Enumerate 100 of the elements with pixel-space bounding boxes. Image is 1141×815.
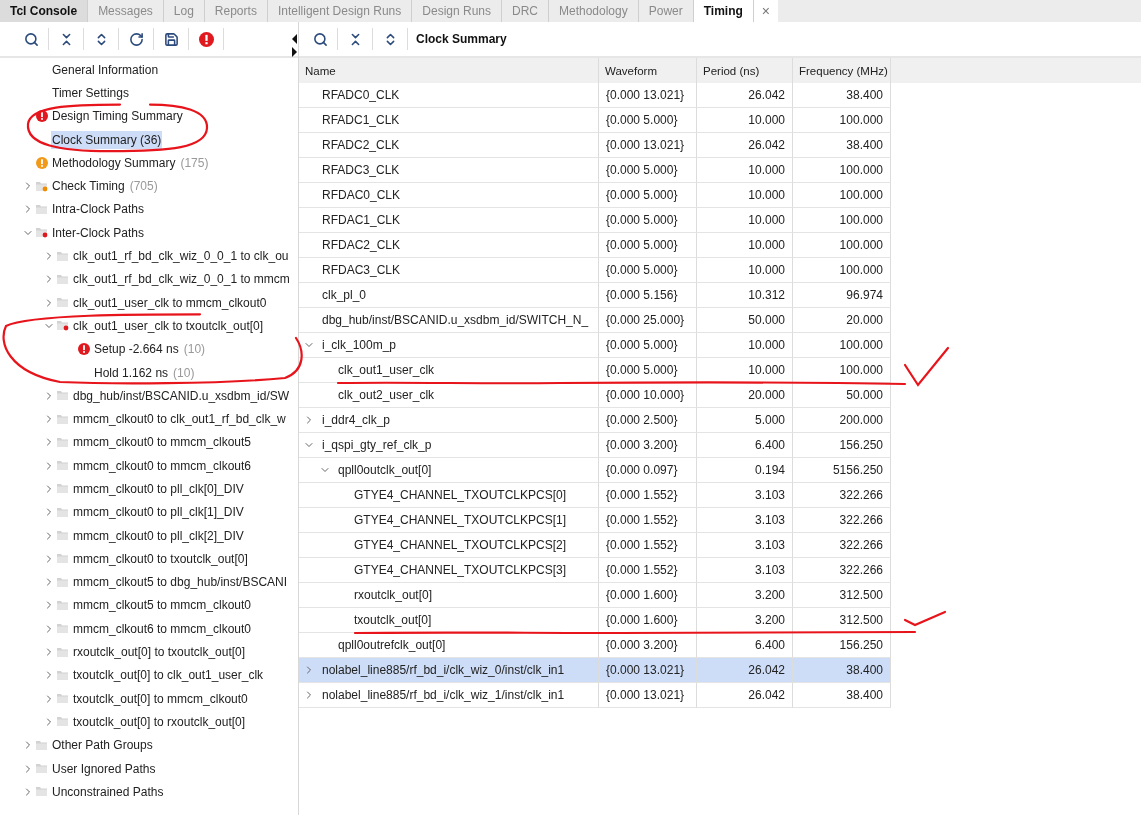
waveform-value: {0.000 5.000} (606, 338, 678, 352)
clock-name: GTYE4_CHANNEL_TXOUTCLKPCS[0] (354, 488, 567, 502)
table-row[interactable]: clk_pl_0 {0.000 5.156} 10.312 96.974 (299, 283, 1141, 308)
table-row[interactable]: qpll0outrefclk_out[0] {0.000 3.200} 6.400 156.250 (299, 633, 1141, 658)
clock-name: dbg_hub/inst/BSCANID.u_xsdbm_id/SWITCH_N_ (322, 313, 589, 327)
refresh-icon[interactable] (128, 31, 144, 47)
tree-item[interactable]: txoutclk_out[0] to rxoutclk_out[0] (72, 712, 247, 731)
table-row[interactable]: clk_out2_user_clk {0.000 10.000} 20.000 50.000 (299, 383, 1141, 408)
close-button[interactable]: × (753, 0, 779, 22)
waveform-value: {0.000 5.156} (606, 288, 678, 302)
tab[interactable]: Timing (693, 0, 754, 22)
tree-item[interactable]: txoutclk_out[0] to clk_out1_user_clk (72, 666, 265, 685)
folder-icon (57, 716, 69, 728)
divider-arrows-icon[interactable] (292, 34, 297, 57)
tree-item[interactable]: clk_out1_user_clk to txoutclk_out[0] (72, 316, 265, 335)
period-value: 10.000 (748, 113, 785, 127)
table-row[interactable]: dbg_hub/inst/BSCANID.u_xsdbm_id/SWITCH_N_ {0.000 25.000} 50.000 20.000 (299, 308, 1141, 333)
table-row[interactable]: GTYE4_CHANNEL_TXOUTCLKPCS[2] {0.000 1.552} 3.103 322.266 (299, 533, 1141, 558)
tree-item[interactable]: Hold 1.162 ns (93, 363, 170, 382)
tree-item[interactable]: Setup -2.664 ns (93, 340, 180, 359)
tree-item[interactable]: mmcm_clkout0 to mmcm_clkout6 (72, 456, 253, 475)
folder-icon (57, 297, 69, 309)
save-icon[interactable] (163, 31, 179, 47)
table-row[interactable]: RFDAC1_CLK {0.000 5.000} 10.000 100.000 (299, 208, 1141, 233)
tree-item[interactable]: Design Timing Summary (51, 107, 184, 126)
period-value: 6.400 (754, 638, 785, 652)
tree-item[interactable]: mmcm_clkout0 to pll_clk[2]_DIV (72, 526, 245, 545)
clock-name: qpll0outclk_out[0] (338, 463, 432, 477)
check-mark (903, 346, 950, 387)
item-count: (705) (129, 179, 158, 194)
frequency-value: 322.266 (839, 513, 883, 527)
tree-item[interactable]: mmcm_clkout0 to mmcm_clkout5 (72, 433, 253, 452)
tree-item[interactable]: mmcm_clkout0 to pll_clk[1]_DIV (72, 503, 245, 522)
table-row[interactable]: RFADC1_CLK {0.000 5.000} 10.000 100.000 (299, 108, 1141, 133)
table-row[interactable]: txoutclk_out[0] {0.000 1.600} 3.200 312.500 (299, 608, 1141, 633)
tree-item[interactable]: mmcm_clkout0 to clk_out1_rf_bd_clk_w (72, 410, 287, 429)
period-value: 6.400 (754, 438, 785, 452)
tree-item[interactable]: Intra-Clock Paths (51, 200, 146, 219)
waveform-value: {0.000 5.000} (606, 238, 678, 252)
period-value: 3.103 (754, 488, 785, 502)
tab[interactable]: Tcl Console (0, 0, 89, 22)
period-value: 10.000 (748, 338, 785, 352)
waveform-value: {0.000 13.021} (606, 138, 685, 152)
table-row[interactable]: i_clk_100m_p {0.000 5.000} 10.000 100.000 (299, 333, 1141, 358)
tree-item[interactable]: Clock Summary (36) (51, 130, 163, 149)
tree-item[interactable]: Unconstrained Paths (51, 782, 165, 801)
tree-item[interactable]: mmcm_clkout5 to mmcm_clkout0 (72, 596, 253, 615)
tree-item[interactable]: rxoutclk_out[0] to txoutclk_out[0] (72, 643, 247, 662)
table-row[interactable]: RFDAC0_CLK {0.000 5.000} 10.000 100.000 (299, 183, 1141, 208)
tree-item[interactable]: clk_out1_user_clk to mmcm_clkout0 (72, 293, 268, 312)
table-row[interactable]: RFDAC3_CLK {0.000 5.000} 10.000 100.000 (299, 258, 1141, 283)
table-row[interactable]: GTYE4_CHANNEL_TXOUTCLKPCS[3] {0.000 1.552} 3.103 322.266 (299, 558, 1141, 583)
table-row[interactable]: rxoutclk_out[0] {0.000 1.600} 3.200 312.500 (299, 583, 1141, 608)
tree-item[interactable]: Timer Settings (51, 83, 130, 102)
table-row[interactable]: clk_out1_user_clk {0.000 5.000} 10.000 100.000 (299, 358, 1141, 383)
tree-item[interactable]: User Ignored Paths (51, 759, 157, 778)
clock-name: nolabel_line885/rf_bd_i/clk_wiz_1/inst/clk_in1 (322, 688, 565, 702)
clock-name: GTYE4_CHANNEL_TXOUTCLKPCS[1] (354, 513, 567, 527)
table-row[interactable]: GTYE4_CHANNEL_TXOUTCLKPCS[0] {0.000 1.552} 3.103 322.266 (299, 483, 1141, 508)
table-row[interactable]: GTYE4_CHANNEL_TXOUTCLKPCS[1] {0.000 1.552} 3.103 322.266 (299, 508, 1141, 533)
table-row[interactable]: nolabel_line885/rf_bd_i/clk_wiz_0/inst/clk_in1 {0.000 13.021} 26.042 38.400 (299, 658, 1141, 683)
tree-item[interactable]: General Information (51, 60, 160, 79)
table-row[interactable]: RFDAC2_CLK {0.000 5.000} 10.000 100.000 (299, 233, 1141, 258)
frequency-value: 5156.250 (832, 463, 883, 477)
clock-name: rxoutclk_out[0] (354, 588, 433, 602)
period-value: 0.194 (754, 463, 785, 477)
frequency-value: 38.400 (846, 663, 883, 677)
tree-item[interactable]: mmcm_clkout0 to txoutclk_out[0] (72, 549, 249, 568)
table-row[interactable]: nolabel_line885/rf_bd_i/clk_wiz_1/inst/clk_in1 {0.000 13.021} 26.042 38.400 (299, 683, 1141, 708)
tree-item[interactable]: clk_out1_rf_bd_clk_wiz_0_0_1 to mmcm (72, 270, 291, 289)
waveform-value: {0.000 13.021} (606, 88, 685, 102)
table-row[interactable]: RFADC2_CLK {0.000 13.021} 26.042 38.400 (299, 133, 1141, 158)
table-row[interactable]: i_qspi_gty_ref_clk_p {0.000 3.200} 6.400 156.250 (299, 433, 1141, 458)
table-row[interactable]: RFADC0_CLK {0.000 13.021} 26.042 38.400 (299, 83, 1141, 108)
table-row[interactable]: i_ddr4_clk_p {0.000 2.500} 5.000 200.000 (299, 408, 1141, 433)
frequency-value: 156.250 (839, 438, 883, 452)
tree-item[interactable]: mmcm_clkout6 to mmcm_clkout0 (72, 619, 253, 638)
period-value: 3.103 (754, 563, 785, 577)
folder-icon (36, 786, 48, 798)
panel-title: Clock Summary (415, 32, 507, 46)
tree-item[interactable]: txoutclk_out[0] to mmcm_clkout0 (72, 689, 249, 708)
waveform-value: {0.000 1.552} (606, 563, 678, 577)
tree-item[interactable]: mmcm_clkout5 to dbg_hub/inst/BSCANI (72, 573, 289, 592)
tree-item[interactable]: Other Path Groups (51, 736, 154, 755)
tree-item[interactable]: mmcm_clkout0 to pll_clk[0]_DIV (72, 480, 245, 498)
tree-item[interactable]: dbg_hub/inst/BSCANID.u_xsdbm_id/SW (72, 386, 291, 405)
tree-item[interactable]: clk_out1_rf_bd_clk_wiz_0_0_1 to clk_ou (72, 247, 290, 265)
frequency-value: 322.266 (839, 563, 883, 577)
search-icon[interactable] (312, 31, 328, 47)
tree-item[interactable]: Check Timing (51, 177, 126, 196)
tree-item[interactable]: Methodology Summary (51, 153, 177, 172)
search-icon[interactable] (23, 31, 39, 47)
period-value: 10.000 (748, 213, 785, 227)
clock-name: RFDAC3_CLK (322, 263, 401, 277)
table-row[interactable]: qpll0outclk_out[0] {0.000 0.097} 0.194 5156.250 (299, 458, 1141, 483)
warning-icon (36, 156, 48, 169)
tree-item[interactable]: Inter-Clock Paths (51, 223, 146, 242)
period-value: 26.042 (748, 663, 785, 677)
folder-icon (57, 576, 69, 588)
table-row[interactable]: RFADC3_CLK {0.000 5.000} 10.000 100.000 (299, 158, 1141, 183)
